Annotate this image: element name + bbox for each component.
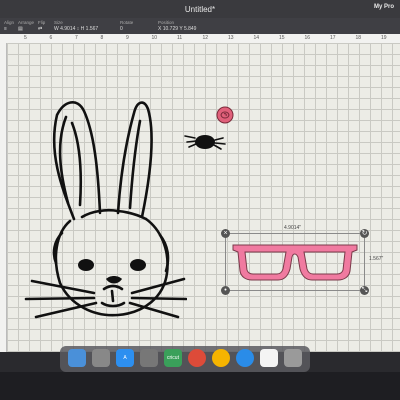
rose-illustration[interactable] [216, 106, 234, 124]
ruler-tick: 7 [75, 35, 78, 41]
ruler-tick: 13 [228, 35, 234, 41]
chrome-icon[interactable] [188, 349, 206, 367]
desk-area [0, 372, 400, 400]
align-control[interactable]: Align ≡ [4, 20, 14, 32]
ruler-tick: 8 [100, 35, 104, 41]
glasses-shape[interactable] [232, 243, 358, 281]
ruler-tick: 17 [330, 35, 336, 41]
trash-icon[interactable] [284, 349, 302, 367]
ruler-tick: 9 [126, 35, 129, 41]
app-store-icon[interactable]: A [116, 349, 134, 367]
finder-icon[interactable] [68, 349, 86, 367]
ruler-tick: 14 [253, 35, 260, 41]
ruler-tick: 19 [381, 35, 387, 41]
selection-box[interactable]: 4.9014" 1.567" × ↻ • ⤡ [221, 225, 383, 295]
dock: Acricut [60, 346, 310, 372]
ruler-tick: 11 [177, 35, 183, 41]
height-label: 1.567" [369, 256, 384, 262]
arrange-control[interactable]: Arrange ▤ [18, 20, 34, 32]
resize-handle-icon[interactable]: ⤡ [360, 286, 369, 295]
system-preferences-icon[interactable] [140, 349, 158, 367]
screen: Untitled* My Pro Align ≡ Arrange ▤ Flip … [0, 0, 400, 352]
account-label[interactable]: My Pro [374, 4, 394, 10]
delete-handle-icon[interactable]: × [221, 229, 230, 238]
bunny-illustration[interactable] [22, 93, 187, 323]
lock-handle-icon[interactable]: • [221, 286, 230, 295]
rotate-handle-icon[interactable]: ↻ [360, 229, 369, 238]
title-bar: Untitled* My Pro [0, 0, 400, 18]
ruler-tick: 5 [24, 35, 27, 41]
cricut-icon[interactable]: cricut [164, 349, 182, 367]
width-label: 4.9014" [284, 225, 302, 231]
position-control[interactable]: Position X 10.729 Y 5.849 [158, 20, 196, 32]
window-title: Untitled* [184, 5, 216, 14]
launchpad-icon[interactable] [92, 349, 110, 367]
ruler-tick: 18 [355, 35, 362, 41]
ruler-tick: 12 [202, 35, 209, 41]
ruler-tick: 16 [304, 35, 311, 41]
ruler-tick: 6 [49, 35, 53, 41]
photos-icon[interactable] [212, 349, 230, 367]
ruler-tick: 10 [151, 35, 158, 41]
edit-toolbar: Align ≡ Arrange ▤ Flip ⇄ Size W 4.9014 ↕… [0, 18, 400, 34]
safari-icon[interactable] [236, 349, 254, 367]
rotate-control[interactable]: Rotate 0 [120, 20, 133, 32]
document-icon[interactable] [260, 349, 278, 367]
design-canvas[interactable]: 4.9014" 1.567" × ↻ • ⤡ [7, 43, 400, 352]
left-ruler [0, 43, 7, 352]
candy-illustration[interactable] [183, 130, 227, 152]
size-control[interactable]: Size W 4.9014 ↕ H 1.567 [54, 20, 98, 32]
flip-control[interactable]: Flip ⇄ [38, 20, 45, 32]
ruler-tick: 15 [279, 35, 285, 41]
